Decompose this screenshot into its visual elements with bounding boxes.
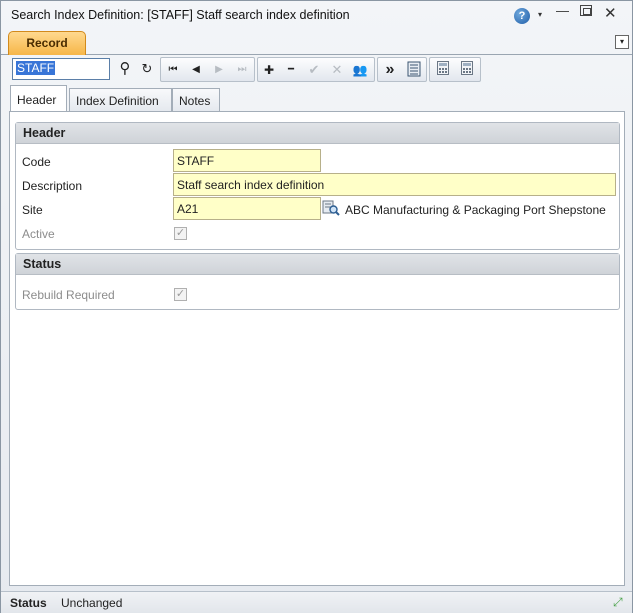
- rebuild-required-label: Rebuild Required: [22, 288, 115, 302]
- section-title: Header: [16, 123, 619, 144]
- toolbar: STAFF ⚲ ↻ ⏮ ◀ ▶ ⏭ ✚ ━ ✔ ✕ 👥 »: [9, 57, 624, 82]
- search-icon[interactable]: ⚲: [115, 60, 135, 78]
- previous-record-icon[interactable]: ◀: [186, 61, 206, 79]
- restore-button[interactable]: [580, 5, 592, 16]
- help-icon[interactable]: ?: [514, 8, 530, 24]
- calculator-group: [429, 57, 481, 82]
- site-description: ABC Manufacturing & Packaging Port Sheps…: [345, 203, 606, 217]
- status-value: Unchanged: [61, 596, 123, 610]
- code-label: Code: [22, 155, 51, 169]
- next-record-icon[interactable]: ▶: [209, 61, 229, 79]
- search-input-value: STAFF: [16, 61, 56, 75]
- tab-index-definition[interactable]: Index Definition: [69, 88, 172, 112]
- tab-content-panel: Header Code STAFF Description Staff sear…: [9, 111, 625, 586]
- navigation-group: ⏮ ◀ ▶ ⏭: [160, 57, 255, 82]
- ribbon-tab-record[interactable]: Record: [8, 31, 86, 55]
- save-record-icon[interactable]: ✔: [304, 61, 324, 79]
- tab-header[interactable]: Header: [10, 85, 67, 111]
- record-actions-group: ✚ ━ ✔ ✕ 👥: [257, 57, 375, 82]
- cancel-record-icon[interactable]: ✕: [327, 61, 347, 79]
- refresh-icon[interactable]: ↻: [137, 60, 157, 78]
- help-dropdown-icon[interactable]: ▾: [538, 10, 542, 19]
- active-checkbox: ✓: [174, 227, 187, 240]
- code-field[interactable]: STAFF: [173, 149, 321, 172]
- tab-notes[interactable]: Notes: [172, 88, 220, 112]
- users-icon[interactable]: 👥: [350, 61, 370, 79]
- window: Search Index Definition: [STAFF] Staff s…: [0, 0, 633, 613]
- status-bar: Status Unchanged ⤢: [1, 591, 632, 613]
- section-title: Status: [16, 254, 619, 275]
- ribbon: Record ▾: [1, 29, 632, 55]
- calculator-alt-icon[interactable]: [457, 61, 477, 79]
- add-record-icon[interactable]: ✚: [259, 61, 279, 79]
- first-record-icon[interactable]: ⏮: [163, 61, 183, 79]
- description-field[interactable]: Staff search index definition: [173, 173, 616, 196]
- status-section: Status Rebuild Required ✓: [15, 253, 620, 310]
- close-button[interactable]: ✕: [604, 4, 617, 22]
- header-section: Header Code STAFF Description Staff sear…: [15, 122, 620, 250]
- site-label: Site: [22, 203, 43, 217]
- delete-record-icon[interactable]: ━: [281, 61, 301, 79]
- site-lookup-icon[interactable]: [322, 199, 340, 217]
- rebuild-required-checkbox: ✓: [174, 288, 187, 301]
- more-actions-icon[interactable]: »: [380, 61, 400, 79]
- calculator-icon[interactable]: [433, 61, 453, 79]
- window-title: Search Index Definition: [STAFF] Staff s…: [11, 8, 350, 22]
- active-label: Active: [22, 227, 55, 241]
- list-view-icon[interactable]: [404, 61, 424, 79]
- record-search-input[interactable]: STAFF: [12, 58, 110, 80]
- status-label: Status: [10, 596, 47, 610]
- ribbon-menu-icon[interactable]: ▾: [615, 35, 629, 49]
- tab-strip: Header Index Definition Notes: [9, 85, 623, 112]
- view-group: »: [377, 57, 427, 82]
- title-bar: Search Index Definition: [STAFF] Staff s…: [1, 1, 632, 29]
- minimize-button[interactable]: —: [556, 3, 569, 18]
- resize-grip-icon[interactable]: ⤢: [613, 595, 623, 610]
- site-field[interactable]: A21: [173, 197, 321, 220]
- description-label: Description: [22, 179, 83, 193]
- last-record-icon[interactable]: ⏭: [232, 61, 252, 79]
